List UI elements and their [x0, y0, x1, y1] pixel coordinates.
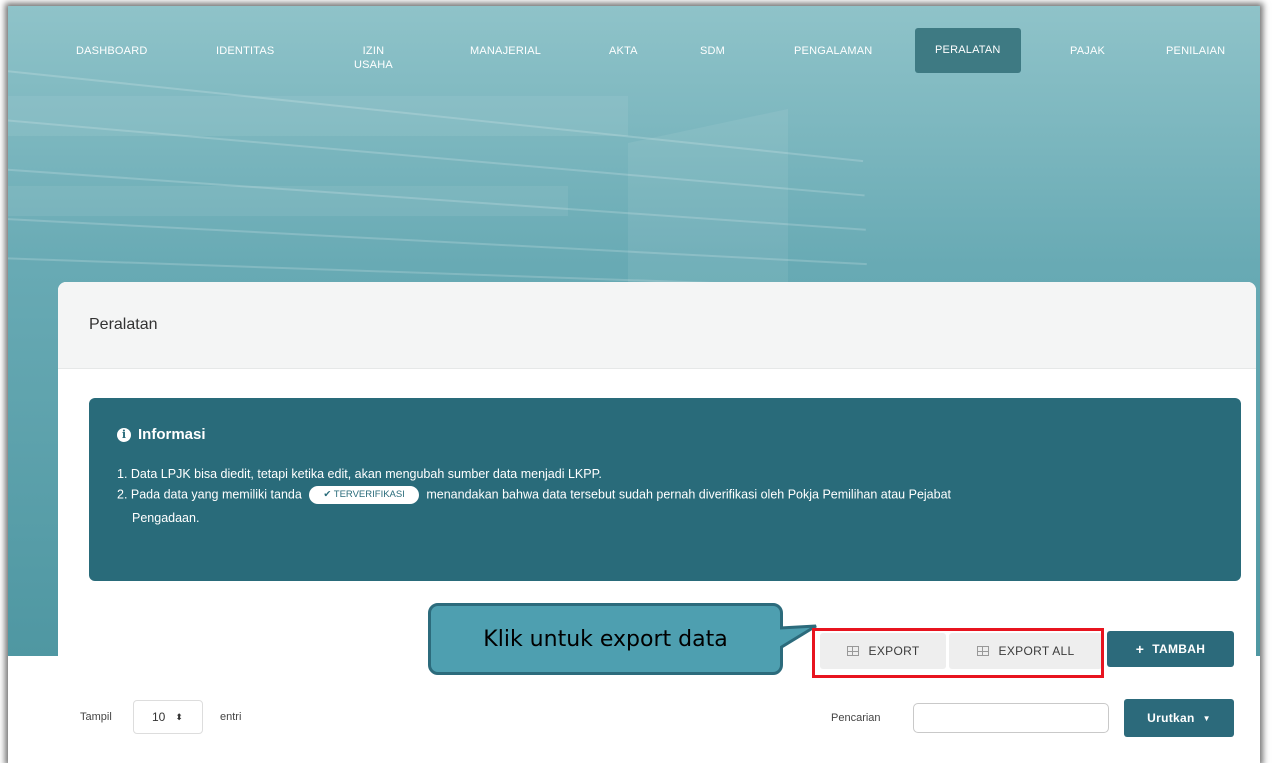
app-frame: DASHBOARD IDENTITAS IZIN USAHA MANAJERIA…	[8, 6, 1260, 763]
nav-pajak[interactable]: PAJAK	[1070, 44, 1105, 58]
entries-label: entri	[220, 711, 242, 723]
sort-arrows-icon: ⬍	[175, 711, 183, 722]
callout-text: Klik untuk export data	[483, 626, 728, 652]
nav-pengalaman[interactable]: PENGALAMAN	[794, 44, 872, 58]
info-line-2-end: menandakan bahwa data tersebut sudah per…	[426, 487, 951, 502]
search-label: Pencarian	[831, 712, 881, 724]
info-title-text: Informasi	[138, 426, 206, 443]
info-line-1: 1. Data LPJK bisa diedit, tetapi ketika …	[117, 467, 602, 481]
nav-peralatan[interactable]: PERALATAN	[915, 28, 1021, 73]
peralatan-card: Peralatan i Informasi 1. Data LPJK bisa …	[58, 282, 1256, 763]
info-line-2: 2. Pada data yang memiliki tanda ✔ TERVE…	[117, 486, 951, 504]
caret-down-icon: ▼	[1202, 713, 1211, 723]
nav-dashboard[interactable]: DASHBOARD	[76, 44, 147, 58]
info-icon: i	[117, 427, 131, 442]
check-icon: ✔	[323, 489, 334, 500]
card-header: Peralatan	[58, 282, 1256, 369]
sort-button-label: Urutkan	[1147, 711, 1195, 725]
nav-izin-usaha[interactable]: IZIN USAHA	[354, 44, 393, 72]
show-label: Tampil	[80, 711, 112, 723]
sort-dropdown-button[interactable]: Urutkan ▼	[1124, 699, 1234, 737]
nav-sdm[interactable]: SDM	[700, 44, 725, 58]
page-title: Peralatan	[89, 316, 158, 333]
export-callout: Klik untuk export data	[428, 603, 783, 675]
verified-badge: ✔ TERVERIFIKASI	[309, 486, 419, 504]
info-line-2-start: 2. Pada data yang memiliki tanda	[117, 487, 302, 502]
nav-manajerial[interactable]: MANAJERIAL	[470, 44, 541, 58]
search-input[interactable]	[913, 703, 1109, 733]
export-highlight	[812, 628, 1104, 678]
nav-penilaian[interactable]: PENILAIAN	[1166, 44, 1225, 58]
info-panel: i Informasi 1. Data LPJK bisa diedit, te…	[89, 398, 1241, 581]
add-button-label: TAMBAH	[1152, 642, 1206, 656]
nav-akta[interactable]: AKTA	[609, 44, 638, 58]
top-navigation: DASHBOARD IDENTITAS IZIN USAHA MANAJERIA…	[8, 6, 1260, 86]
info-line-3: Pengadaan.	[132, 511, 200, 525]
page-size-select[interactable]: 10 ⬍	[133, 700, 203, 734]
add-button[interactable]: + TAMBAH	[1107, 631, 1234, 667]
nav-identitas[interactable]: IDENTITAS	[216, 44, 274, 58]
verified-badge-label: TERVERIFIKASI	[333, 489, 405, 500]
info-title: i Informasi	[117, 426, 206, 443]
page-size-value: 10	[152, 710, 166, 724]
plus-icon: +	[1135, 641, 1145, 657]
